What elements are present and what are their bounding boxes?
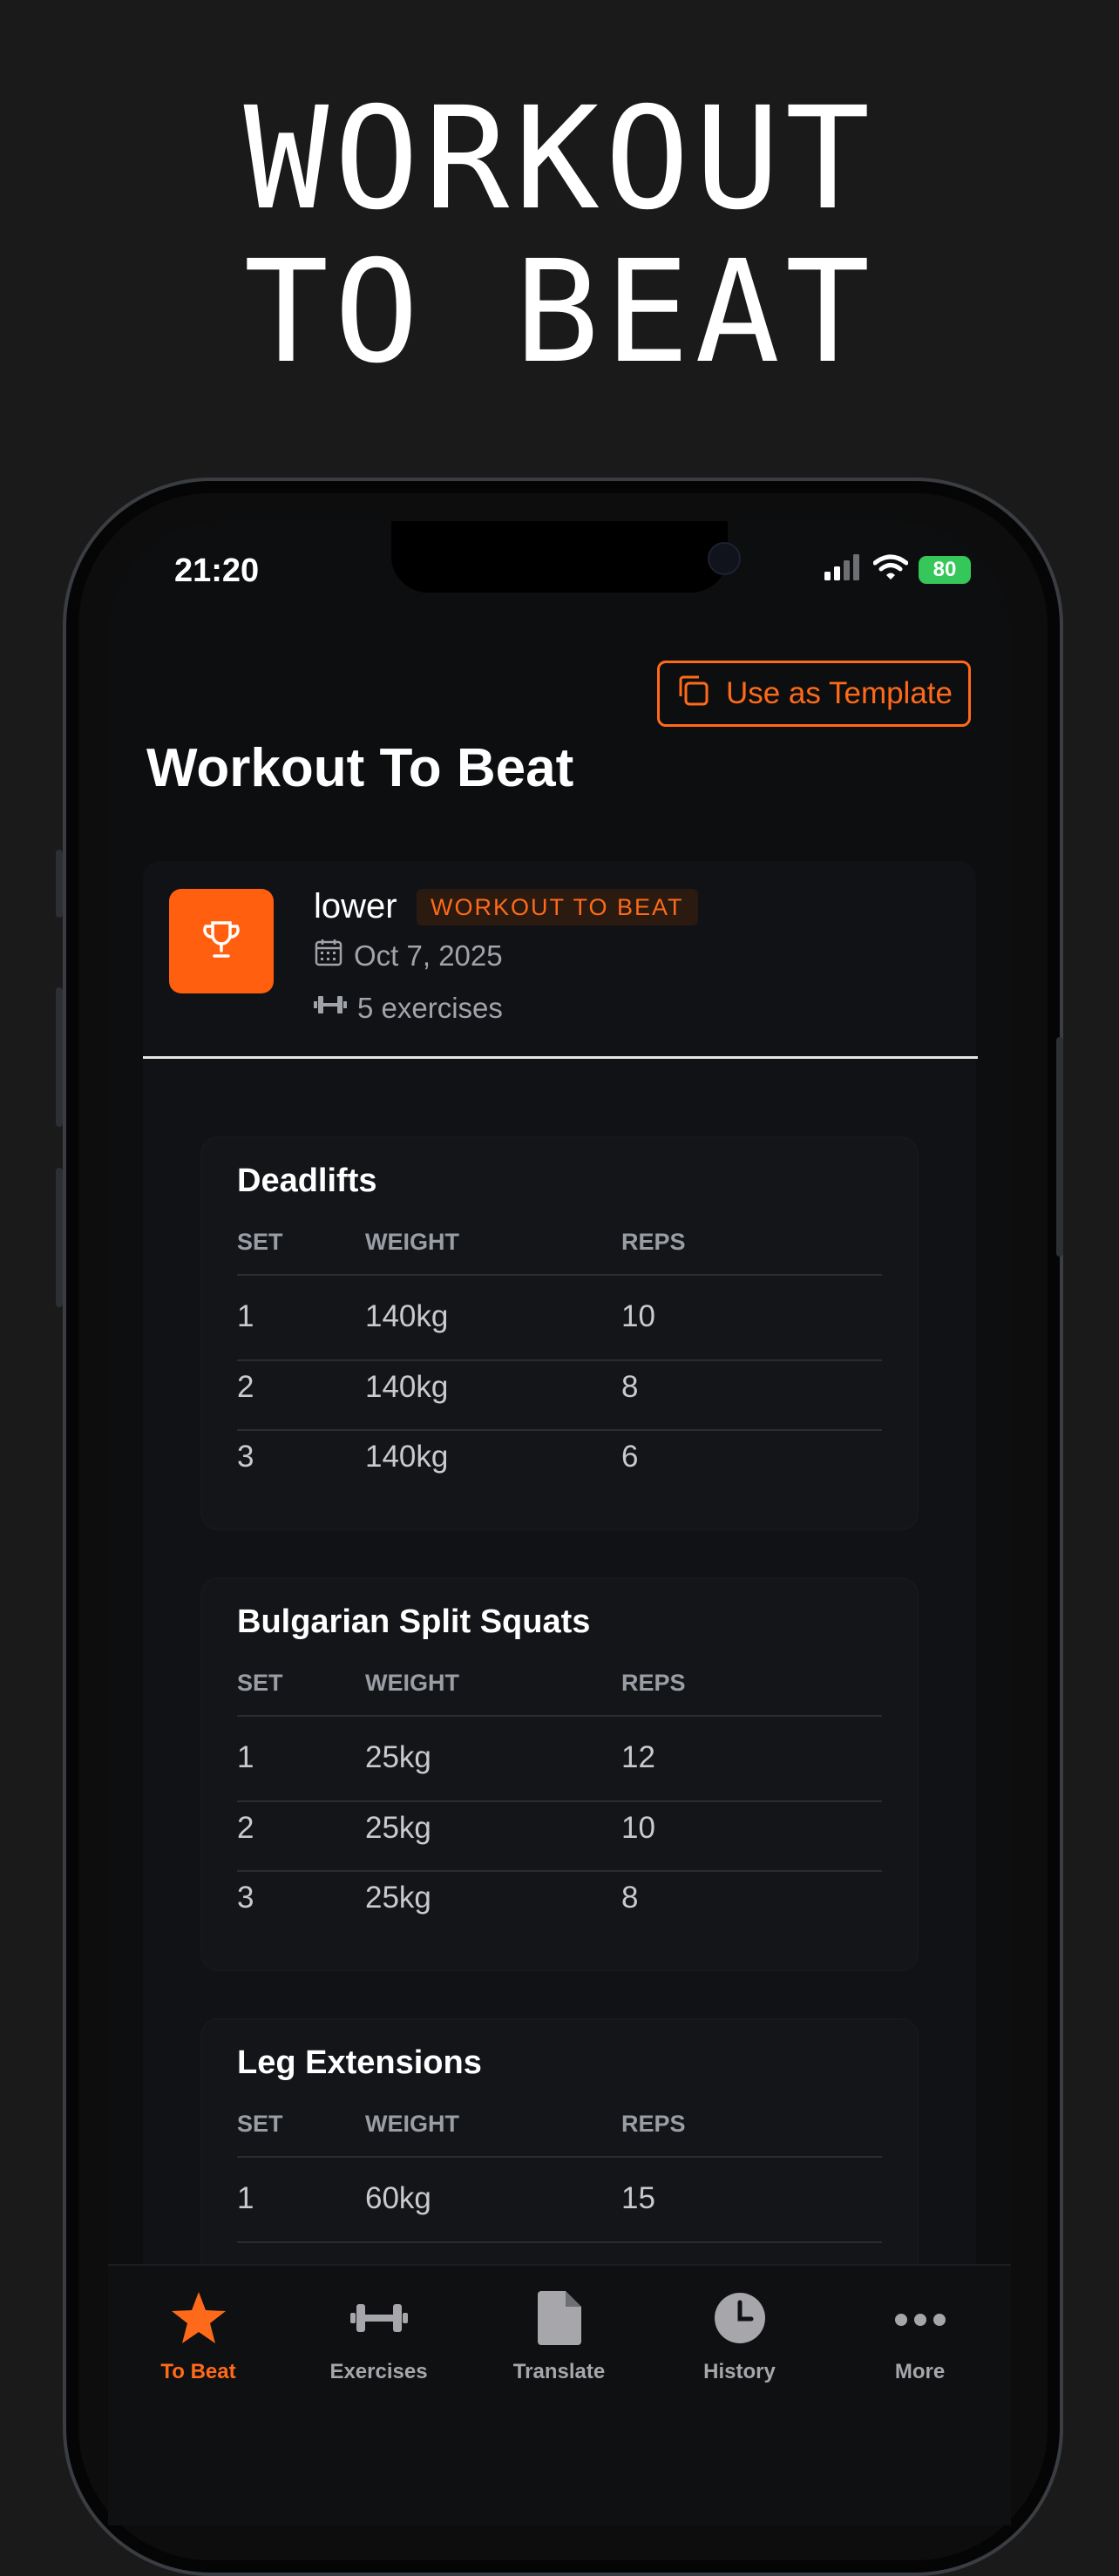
set-reps: 12 — [621, 1740, 655, 1774]
tab-bar: To Beat Exercises Translate History More — [108, 2264, 1011, 2525]
phone-power-button — [1056, 1037, 1063, 1257]
app-screen: 21:20 80 Use as Template Workout To Beat… — [108, 521, 1011, 2525]
phone-action-button — [56, 850, 63, 918]
tab-label: To Beat — [160, 2360, 236, 2383]
set-table-header: SET WEIGHT REPS — [237, 1670, 882, 1717]
set-number: 1 — [237, 1299, 254, 1333]
exercise-count: 5 exercises — [357, 992, 503, 1024]
summary-divider — [143, 1056, 978, 1059]
col-set-header: SET — [237, 1670, 283, 1696]
more-dots-icon — [894, 2308, 946, 2333]
phone-volume-up-button — [56, 987, 63, 1127]
set-row: 3 25kg 8 — [237, 1870, 882, 1940]
clock-icon — [714, 2292, 766, 2350]
set-table-header: SET WEIGHT REPS — [237, 1229, 882, 1276]
workout-name: lower — [314, 887, 397, 925]
col-reps-header: REPS — [621, 2111, 686, 2137]
set-number: 3 — [237, 1881, 254, 1915]
copy-icon — [675, 673, 710, 715]
promo-headline-line1: WORKOUT — [243, 78, 876, 241]
tab-label: Translate — [512, 2360, 606, 2383]
set-reps: 10 — [621, 1299, 655, 1333]
battery-level: 80 — [932, 557, 957, 581]
set-row: 3 140kg 6 — [237, 1429, 882, 1499]
tab-more[interactable]: More — [830, 2290, 1010, 2384]
exercise-name: Deadlifts — [237, 1163, 377, 1199]
set-row: 1 25kg 12 — [237, 1731, 882, 1802]
trophy-badge — [169, 889, 274, 993]
set-reps: 6 — [621, 1440, 639, 1474]
set-number: 1 — [237, 2181, 254, 2215]
set-number: 3 — [237, 1440, 254, 1474]
promo-headline: WORKOUT TO BEAT — [0, 83, 1119, 390]
star-icon — [170, 2290, 227, 2352]
set-weight: 140kg — [365, 1440, 449, 1474]
tab-history[interactable]: History — [649, 2290, 830, 2384]
exercise-count-row: 5 exercises — [314, 992, 503, 1025]
set-number: 2 — [237, 1811, 254, 1845]
set-row: 2 140kg 8 — [237, 1359, 882, 1431]
calendar-icon — [314, 938, 343, 974]
workout-date-row: Oct 7, 2025 — [314, 938, 503, 974]
tab-label: More — [894, 2360, 946, 2383]
tab-translate[interactable]: Translate — [469, 2290, 649, 2384]
exercise-name: Leg Extensions — [237, 2044, 482, 2081]
set-weight: 25kg — [365, 1811, 431, 1845]
set-weight: 60kg — [365, 2181, 431, 2215]
promo-headline-line2: TO BEAT — [243, 231, 876, 395]
col-weight-header: WEIGHT — [365, 1670, 459, 1696]
set-number: 1 — [237, 1740, 254, 1774]
set-weight: 25kg — [365, 1740, 431, 1774]
set-row: 1 60kg 15 — [237, 2172, 882, 2243]
signal-icon — [824, 554, 863, 585]
exercise-name: Bulgarian Split Squats — [237, 1603, 591, 1640]
set-reps: 15 — [621, 2181, 655, 2215]
wifi-icon — [872, 554, 909, 585]
col-weight-header: WEIGHT — [365, 1229, 459, 1255]
set-reps: 8 — [621, 1881, 639, 1915]
col-reps-header: REPS — [621, 1670, 686, 1696]
col-weight-header: WEIGHT — [365, 2111, 459, 2137]
set-weight: 25kg — [365, 1881, 431, 1915]
col-set-header: SET — [237, 2111, 283, 2137]
status-icons: 80 — [824, 554, 971, 585]
exercise-card: Deadlifts SET WEIGHT REPS 1 140kg 10 2 1… — [202, 1138, 917, 1529]
workout-date: Oct 7, 2025 — [354, 939, 503, 972]
col-reps-header: REPS — [621, 1229, 686, 1255]
use-as-template-button[interactable]: Use as Template — [656, 661, 971, 727]
set-weight: 140kg — [365, 1370, 449, 1404]
set-weight: 140kg — [365, 1299, 449, 1333]
workout-to-beat-badge: WORKOUT TO BEAT — [417, 889, 698, 925]
use-as-template-label: Use as Template — [725, 676, 953, 710]
notch — [391, 521, 741, 593]
set-row: 1 140kg 10 — [237, 1290, 882, 1361]
set-table-header: SET WEIGHT REPS — [237, 2111, 882, 2158]
status-time: 21:20 — [174, 552, 260, 589]
tab-to-beat[interactable]: To Beat — [108, 2290, 288, 2384]
battery-icon: 80 — [919, 555, 971, 584]
col-set-header: SET — [237, 1229, 283, 1255]
trophy-icon — [200, 918, 243, 966]
dumbbell-icon — [349, 2301, 408, 2342]
dumbbell-icon — [314, 992, 347, 1025]
set-number: 2 — [237, 1370, 254, 1404]
set-row: 2 25kg 10 — [237, 1800, 882, 1872]
phone-volume-down-button — [56, 1168, 63, 1307]
tab-exercises[interactable]: Exercises — [288, 2290, 469, 2384]
set-reps: 10 — [621, 1811, 655, 1845]
exercise-card: Bulgarian Split Squats SET WEIGHT REPS 1… — [202, 1579, 917, 1969]
set-reps: 8 — [621, 1370, 639, 1404]
front-camera — [708, 542, 741, 575]
tab-label: Exercises — [329, 2360, 428, 2383]
page-title: Workout To Beat — [146, 738, 574, 798]
tab-label: History — [703, 2360, 776, 2383]
document-icon — [537, 2290, 581, 2351]
